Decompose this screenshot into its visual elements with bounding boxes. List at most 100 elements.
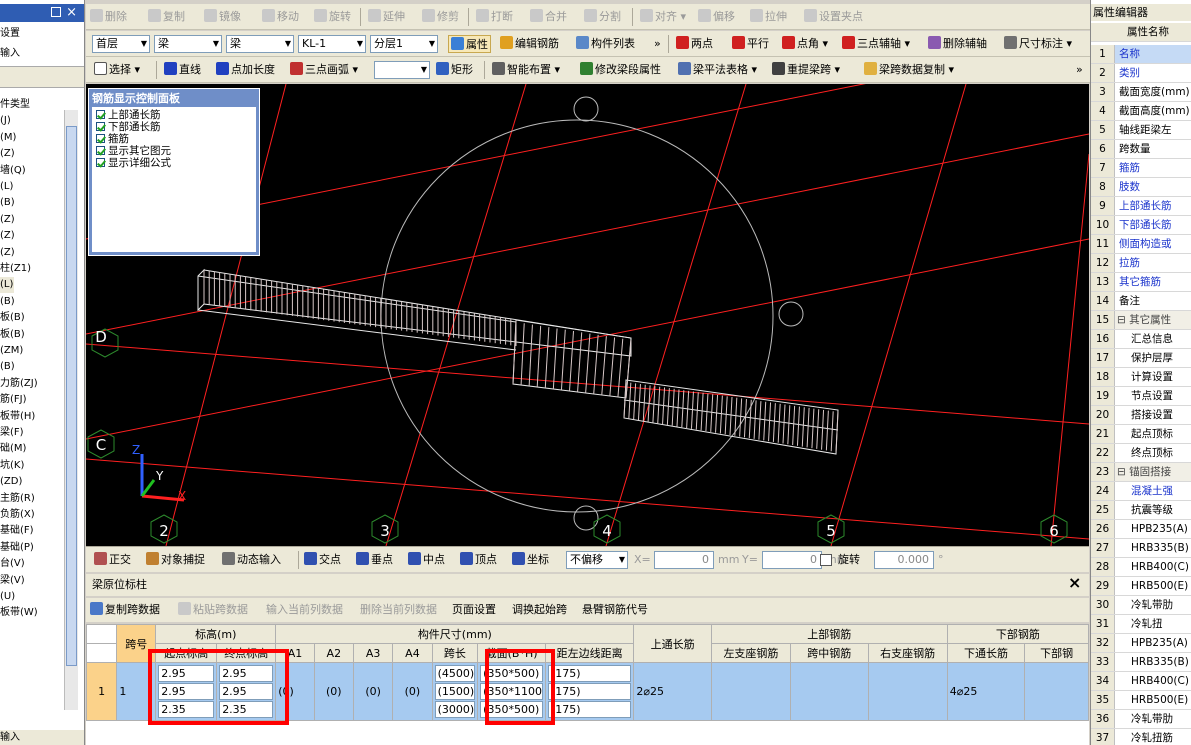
vertex-snap[interactable]: 顶点 [460, 551, 497, 569]
property-row[interactable]: 6 跨数量 [1091, 140, 1191, 159]
left-dist-input[interactable]: (175) [547, 683, 632, 700]
property-row[interactable]: 25 抗震等级 [1091, 501, 1191, 520]
checkbox-bottom-through[interactable]: 下部通长筋 [96, 121, 161, 133]
tree-item[interactable]: (B) [0, 294, 15, 310]
top-through-cell[interactable]: 2⌀25 [633, 662, 712, 721]
input-item[interactable]: 输入 [0, 46, 84, 62]
property-row[interactable]: 2 类别 [1091, 64, 1191, 83]
toolbar2-more[interactable]: » [654, 35, 661, 53]
tree-item[interactable]: (ZD) [0, 474, 22, 490]
type-select[interactable]: 梁 ▼ [226, 35, 294, 53]
property-row[interactable]: 29 HRB500(E) [1091, 577, 1191, 596]
stretch-button[interactable]: 拉伸 [750, 8, 787, 26]
tree-item[interactable]: 础(M) [0, 441, 26, 457]
mirror-button[interactable]: 镜像 [204, 8, 241, 26]
tree-item[interactable]: 负筋(X) [0, 507, 35, 523]
left-dist-input[interactable]: (175) [547, 701, 632, 718]
property-row[interactable]: 36 冷轧带肋 [1091, 710, 1191, 729]
page-setup-button[interactable]: 页面设置 [452, 601, 496, 619]
property-row[interactable]: 21 起点顶标 [1091, 425, 1191, 444]
property-row[interactable]: 5 轴线距梁左 [1091, 121, 1191, 140]
close-icon[interactable]: × [66, 5, 77, 20]
a4-cell[interactable]: (0) [392, 662, 433, 721]
property-row[interactable]: 4 截面高度(mm) [1091, 102, 1191, 121]
element-select[interactable]: KL-1 ▼ [298, 35, 366, 53]
two-point-button[interactable]: 两点 [676, 35, 713, 53]
tree-item[interactable]: (Z) [0, 245, 15, 261]
close-icon[interactable]: × [1068, 574, 1081, 592]
extend-button[interactable]: 延伸 [368, 8, 405, 26]
tree-item[interactable]: (B) [0, 359, 15, 375]
layer-select[interactable]: 分层1 ▼ [370, 35, 438, 53]
tree-item[interactable]: 主筋(R) [0, 491, 35, 507]
bottom-part-cell[interactable] [1024, 662, 1089, 721]
tree-item[interactable]: (ZM) [0, 343, 23, 359]
span-data-grid[interactable]: 跨号 标高(m) 构件尺寸(mm) 上通长筋 上部钢筋 下部钢筋 起点标高 终点… [86, 624, 1089, 745]
tree-item[interactable]: (L) [0, 277, 14, 294]
category-select[interactable]: 梁 ▼ [154, 35, 222, 53]
tree-item[interactable]: (M) [0, 130, 16, 146]
property-row[interactable]: 16 汇总信息 [1091, 330, 1191, 349]
arc-option-select[interactable]: ▼ [374, 61, 430, 79]
y-input[interactable]: 0 [762, 551, 822, 569]
midpoint-snap[interactable]: 中点 [408, 551, 445, 569]
tree-item[interactable]: 件类型 [0, 97, 30, 113]
delete-column-button[interactable]: 删除当前列数据 [360, 601, 437, 619]
property-row[interactable]: 11 侧面构造或 [1091, 235, 1191, 254]
tree-item[interactable]: 坑(K) [0, 458, 24, 474]
tree-item[interactable]: 板带(W) [0, 605, 38, 621]
delete-axis-button[interactable]: 删除辅轴 [928, 35, 987, 53]
tree-item[interactable]: (U) [0, 589, 15, 605]
offset-mode-select[interactable]: 不偏移 ▼ [566, 551, 628, 569]
x-input[interactable]: 0 [654, 551, 714, 569]
tree-item[interactable]: 力筋(ZJ) [0, 376, 38, 392]
tree-item[interactable]: 板带(H) [0, 409, 35, 425]
align-button[interactable]: 对齐 ▾ [640, 8, 686, 26]
tree-item[interactable]: 柱(Z1) [0, 261, 31, 277]
tree-item[interactable]: 梁(F) [0, 425, 24, 441]
checkbox-stirrup[interactable]: 箍筋 [96, 133, 129, 145]
span-length-input[interactable]: (3000) [434, 701, 476, 718]
smart-layout-button[interactable]: 智能布置 ▾ [492, 61, 560, 79]
pin-icon[interactable] [51, 7, 61, 17]
ortho-toggle[interactable]: 正交 [94, 551, 131, 569]
rotate-input[interactable]: 0.000 [874, 551, 934, 569]
property-row[interactable]: 32 HPB235(A) [1091, 634, 1191, 653]
element-list-button[interactable]: 构件列表 [576, 35, 635, 53]
tree-item[interactable]: (Z) [0, 228, 15, 244]
properties-button[interactable]: 属性 [448, 35, 491, 53]
tree-item[interactable]: 台(V) [0, 556, 25, 572]
parallel-button[interactable]: 平行 [732, 35, 769, 53]
tree-item[interactable]: 板(B) [0, 327, 25, 343]
line-button[interactable]: 直线 [164, 61, 201, 79]
property-row[interactable]: 31 冷轧扭 [1091, 615, 1191, 634]
offset-button[interactable]: 偏移 [698, 8, 735, 26]
tree-item[interactable]: 筋(FJ) [0, 392, 27, 408]
tree-item[interactable]: (J) [0, 113, 11, 129]
span-copy-button[interactable]: 梁跨数据复制 ▾ [864, 61, 954, 79]
checkbox-other-elements[interactable]: 显示其它图元 [96, 145, 171, 157]
property-row[interactable]: 30 冷轧带肋 [1091, 596, 1191, 615]
span-length-input[interactable]: (1500) [434, 683, 476, 700]
tree-item[interactable]: (Z) [0, 146, 15, 162]
point-length-button[interactable]: 点加长度 [216, 61, 275, 79]
bottom-through-cell[interactable]: 4⌀25 [946, 662, 1026, 721]
point-angle-button[interactable]: 点角 ▾ [782, 35, 828, 53]
merge-button[interactable]: 合并 [530, 8, 567, 26]
property-row[interactable]: 37 冷轧扭筋 [1091, 729, 1191, 745]
move-button[interactable]: 移动 [262, 8, 299, 26]
property-row[interactable]: 12 拉筋 [1091, 254, 1191, 273]
right-support-cell[interactable] [867, 662, 948, 721]
respan-button[interactable]: 重提梁跨 ▾ [772, 61, 840, 79]
property-row[interactable]: 23 ⊟ 锚固搭接 [1091, 463, 1191, 482]
floor-select[interactable]: 首层 ▼ [92, 35, 150, 53]
bottom-input-item[interactable]: 输入 [0, 730, 84, 745]
mid-span-cell[interactable] [790, 662, 869, 721]
component-tree[interactable]: 件类型 (J) (M) (Z) 墙(Q) (L) (B) (Z) (Z) (Z) 柱(Z1) (L)(… [0, 94, 64, 714]
rotate-checkbox[interactable] [820, 554, 832, 566]
checkbox-detail-formula[interactable]: 显示详细公式 [96, 157, 171, 169]
property-row[interactable]: 14 备注 [1091, 292, 1191, 311]
property-row[interactable]: 34 HRB400(C) [1091, 672, 1191, 691]
tree-item[interactable]: (Z) [0, 212, 15, 228]
rectangle-button[interactable]: 矩形 [436, 61, 473, 79]
